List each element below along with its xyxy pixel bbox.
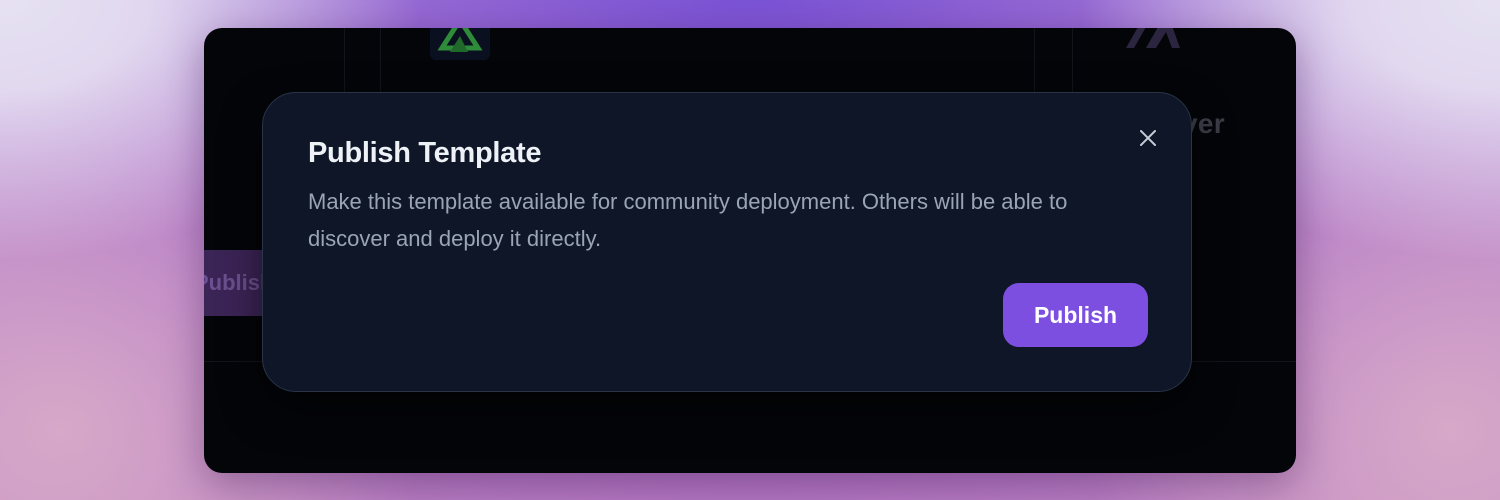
background-publish-button: Publish <box>204 250 266 316</box>
dialog-title: Publish Template <box>308 137 542 169</box>
close-icon[interactable] <box>1136 126 1160 150</box>
publish-template-dialog: Publish Template Make this template avai… <box>262 92 1192 392</box>
chevron-logo-icon <box>1126 28 1180 48</box>
publish-button[interactable]: Publish <box>1003 283 1148 347</box>
triangle-logo-icon <box>430 28 490 60</box>
dialog-description: Make this template available for communi… <box>308 189 1068 251</box>
